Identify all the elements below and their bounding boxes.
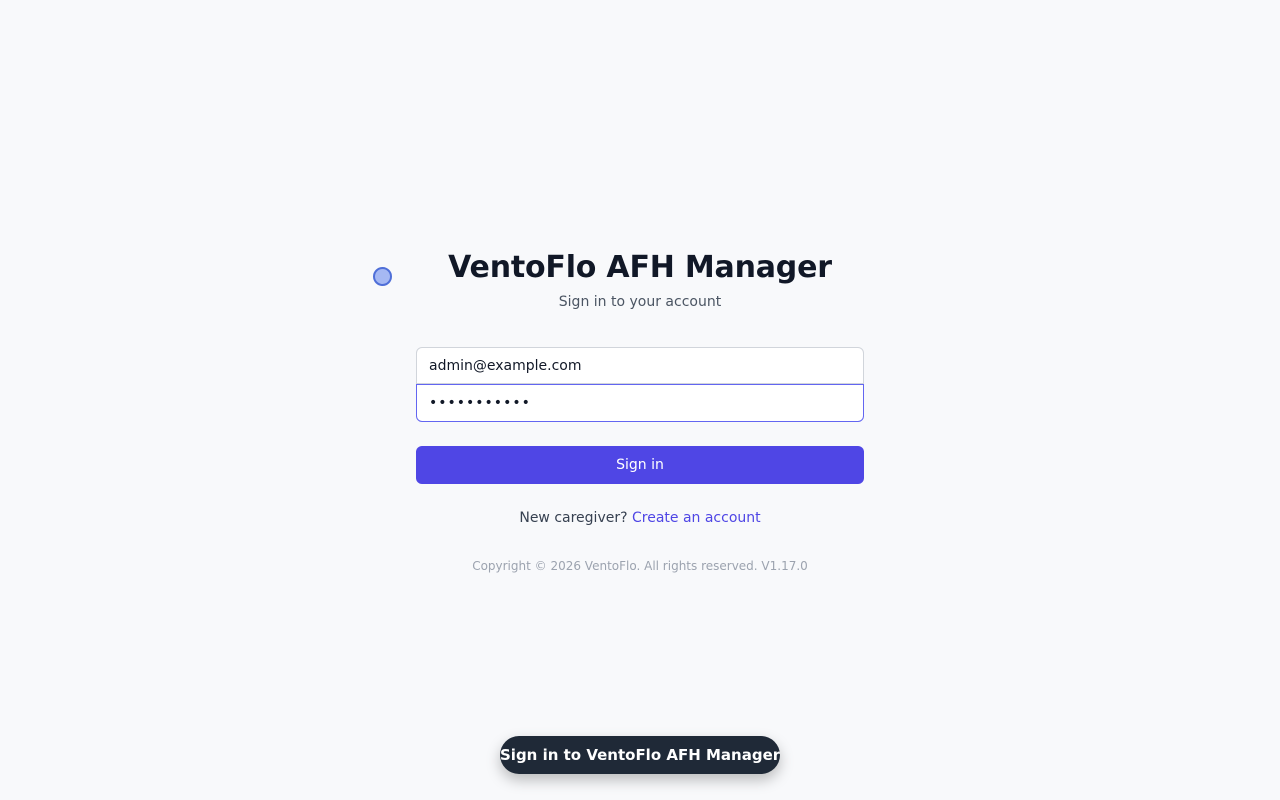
signup-prompt-line: New caregiver? Create an account bbox=[416, 508, 864, 528]
page-subtitle: Sign in to your account bbox=[558, 294, 722, 310]
toast-notification: Sign in to VentoFlo AFH Manager bbox=[500, 736, 780, 774]
sign-in-button[interactable]: Sign in bbox=[416, 446, 864, 484]
login-form: Sign in bbox=[416, 347, 864, 484]
signup-prompt: New caregiver? bbox=[519, 510, 628, 526]
email-field[interactable] bbox=[416, 347, 864, 384]
create-account-link[interactable]: Create an account bbox=[632, 510, 761, 526]
copyright-text: Copyright © 2026 VentoFlo. All rights re… bbox=[472, 559, 808, 573]
page-title: VentoFlo AFH Manager bbox=[448, 250, 832, 285]
password-field[interactable] bbox=[416, 384, 864, 422]
cursor-indicator bbox=[373, 267, 392, 286]
login-page: VentoFlo AFH Manager Sign in to your acc… bbox=[0, 0, 1280, 800]
login-panel: VentoFlo AFH Manager Sign in to your acc… bbox=[416, 246, 864, 574]
